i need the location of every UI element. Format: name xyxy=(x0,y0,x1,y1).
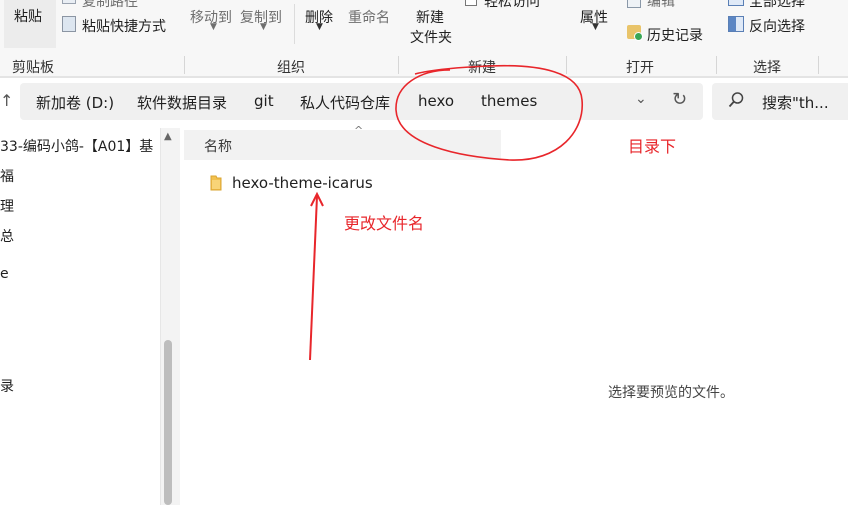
delete-chevron-icon: ▼ xyxy=(316,22,323,32)
invert-selection-button[interactable]: 反向选择 xyxy=(749,16,805,36)
ribbon-divider xyxy=(294,4,295,44)
copy-path-button[interactable]: 复制路径 xyxy=(82,0,138,11)
paste-shortcut-icon xyxy=(62,16,76,32)
new-folder-label-1: 新建 xyxy=(416,10,444,26)
nav-item[interactable]: 理 xyxy=(0,196,14,216)
group-separator xyxy=(818,56,819,74)
move-to-chevron-icon: ▼ xyxy=(210,22,217,32)
breadcrumb-private-repo[interactable]: 私人代码仓库 xyxy=(300,92,390,113)
edit-icon xyxy=(627,0,641,8)
group-separator xyxy=(184,56,185,74)
copy-path-icon xyxy=(62,0,76,4)
group-label-organize: 组织 xyxy=(277,60,305,76)
paste-button[interactable]: 粘贴 xyxy=(4,0,56,48)
nav-item[interactable]: 总 xyxy=(0,226,14,246)
group-separator xyxy=(716,56,717,74)
easy-access-checkbox-icon xyxy=(465,0,477,6)
history-clock-icon xyxy=(634,32,643,41)
nav-scrollbar-thumb[interactable] xyxy=(164,340,172,505)
copy-to-chevron-icon: ▼ xyxy=(260,22,267,32)
history-button[interactable]: 历史记录 xyxy=(647,25,703,45)
invert-selection-icon xyxy=(728,16,744,32)
easy-access-button[interactable]: 轻松访问 xyxy=(484,0,540,11)
navigation-pane: 33-编码小鸽-【A01】基 福 理 总 e 录 xyxy=(0,128,160,505)
paste-shortcut-button[interactable]: 粘贴快捷方式 xyxy=(82,16,166,36)
breadcrumb-git[interactable]: git xyxy=(254,92,274,110)
nav-item[interactable]: 录 xyxy=(0,376,14,396)
rename-button[interactable]: 重命名 xyxy=(348,7,390,27)
annotation-directory-note: 目录下 xyxy=(628,137,677,156)
edit-button[interactable]: 编辑 xyxy=(647,0,675,11)
group-label-open: 打开 xyxy=(626,60,654,76)
sort-caret-icon: ^ xyxy=(354,124,364,137)
up-arrow-icon[interactable]: ↑ xyxy=(0,91,13,110)
annotation-rename-note: 更改文件名 xyxy=(344,214,425,233)
nav-item[interactable]: 33-编码小鸽-【A01】基 xyxy=(0,136,153,156)
history-dropdown-chevron-icon[interactable]: ⌄ xyxy=(635,91,647,107)
breadcrumb-software-data[interactable]: 软件数据目录 xyxy=(137,92,227,113)
column-header-label: 名称 xyxy=(204,139,232,155)
new-folder-button[interactable]: 新建 文件夹 xyxy=(404,0,460,50)
annotation-circle xyxy=(395,64,583,161)
refresh-icon[interactable]: ↻ xyxy=(672,89,687,110)
select-all-button[interactable]: 全部选择 xyxy=(749,0,805,11)
nav-item[interactable]: 福 xyxy=(0,166,14,186)
nav-item[interactable]: e xyxy=(0,266,9,282)
search-icon xyxy=(728,91,744,109)
group-label-select: 选择 xyxy=(753,60,781,76)
new-folder-label-2: 文件夹 xyxy=(410,30,452,46)
search-input[interactable]: 搜索"th... xyxy=(762,92,829,113)
paste-label: 粘贴 xyxy=(14,9,42,25)
folder-icon xyxy=(210,175,222,191)
properties-chevron-icon: ▼ xyxy=(592,22,599,32)
scroll-up-icon[interactable]: ▲ xyxy=(164,131,172,142)
annotation-arrow xyxy=(309,191,324,361)
group-label-clipboard: 剪贴板 xyxy=(12,60,54,76)
breadcrumb-drive[interactable]: 新加卷 (D:) xyxy=(36,92,114,113)
select-all-icon xyxy=(728,0,744,6)
preview-empty-text: 选择要预览的文件。 xyxy=(608,385,734,401)
